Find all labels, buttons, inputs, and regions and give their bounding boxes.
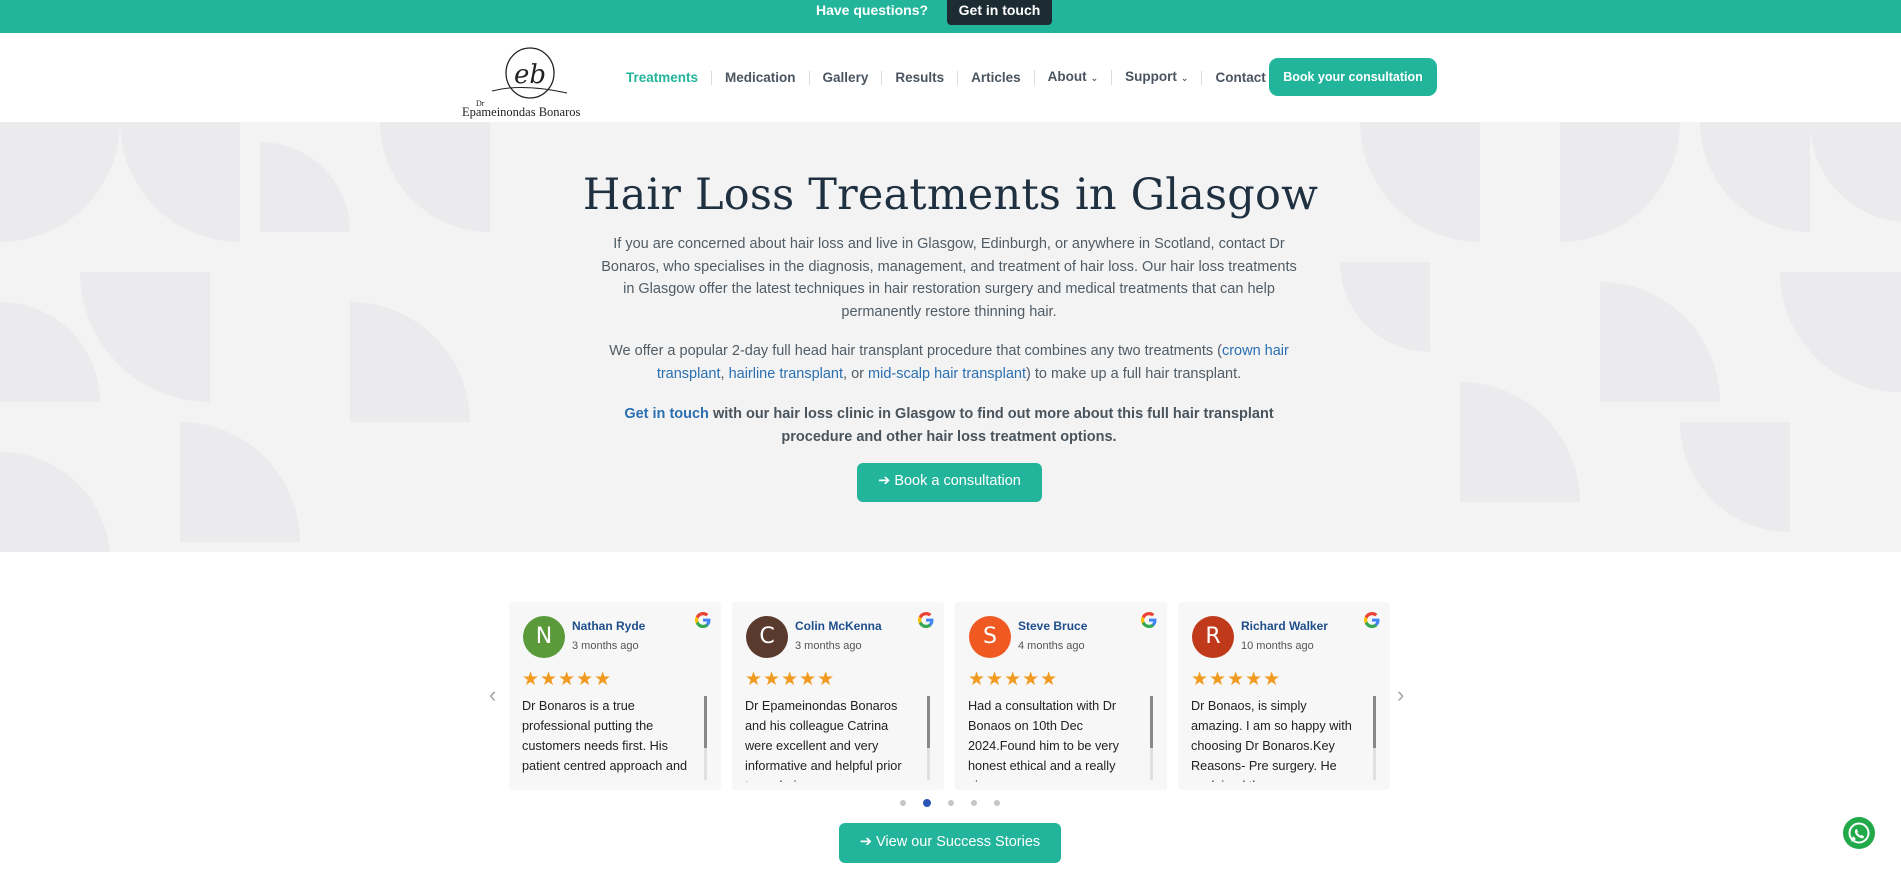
- review-card: N Nathan Ryde 3 months ago ★★★★★ Dr Bona…: [509, 602, 721, 790]
- offer-separator: ,: [720, 365, 729, 382]
- hero-section: Hair Loss Treatments in Glasgow If you a…: [0, 122, 1901, 552]
- book-a-consultation-label: Book a consultation: [894, 473, 1021, 489]
- view-success-stories-button[interactable]: ➔ View our Success Stories: [839, 823, 1061, 863]
- chevron-down-icon: ⌄: [1180, 73, 1189, 83]
- avatar: S: [969, 616, 1011, 658]
- star-rating: ★★★★★: [968, 669, 1059, 690]
- pagination-dot[interactable]: [948, 800, 954, 806]
- nav-item-contact[interactable]: Contact: [1201, 70, 1278, 85]
- review-scrollbar-track: [704, 748, 707, 780]
- nav-item-medication[interactable]: Medication: [711, 70, 809, 85]
- review-text: Had a consultation with Dr Bonaos on 10t…: [968, 699, 1119, 782]
- avatar: N: [523, 616, 565, 658]
- reviewer-name[interactable]: Nathan Ryde: [572, 619, 645, 633]
- whatsapp-glyph-icon: [1848, 822, 1870, 844]
- logo-monogram-icon: eb: [491, 47, 568, 99]
- nav-item-about[interactable]: About ⌄: [1033, 69, 1112, 85]
- get-in-touch-link[interactable]: Get in touch: [624, 406, 709, 422]
- nav-item-support[interactable]: Support ⌄: [1111, 70, 1201, 85]
- book-a-consultation-button[interactable]: ➔ Book a consultation: [857, 463, 1042, 502]
- star-rating: ★★★★★: [745, 669, 836, 690]
- nav-item-articles[interactable]: Articles: [957, 70, 1034, 85]
- review-time: 10 months ago: [1241, 640, 1314, 652]
- hero-offer: We offer a popular 2-day full head hair …: [596, 340, 1302, 385]
- get-in-touch-button[interactable]: Get in touch: [947, 0, 1052, 25]
- hairline-transplant-link[interactable]: hairline transplant: [729, 366, 843, 382]
- top-bar: Have questions? Get in touch: [0, 0, 1901, 33]
- whatsapp-icon[interactable]: [1843, 817, 1875, 849]
- site-header: eb Dr Epameinondas Bonaros Treatments Me…: [0, 33, 1901, 122]
- book-your-consultation-button[interactable]: Book your consultation: [1269, 58, 1437, 96]
- reviewer-name[interactable]: Colin McKenna: [795, 619, 882, 633]
- review-scrollbar-track: [927, 748, 930, 780]
- pagination-dot[interactable]: [971, 800, 977, 806]
- review-card: R Richard Walker 10 months ago ★★★★★ Dr …: [1178, 602, 1390, 790]
- google-icon: [695, 612, 711, 628]
- chevron-right-icon[interactable]: ›: [1397, 682, 1404, 708]
- arrow-right-icon: ➔: [878, 473, 895, 489]
- offer-text-start: We offer a popular 2-day full head hair …: [609, 343, 1222, 359]
- site-logo[interactable]: eb Dr Epameinondas Bonaros: [462, 43, 597, 119]
- mid-scalp-hair-transplant-link[interactable]: mid-scalp hair transplant: [868, 366, 1026, 382]
- review-time: 3 months ago: [572, 640, 639, 652]
- review-text: Dr Epameinondas Bonaros and his colleagu…: [745, 699, 902, 782]
- review-card: S Steve Bruce 4 months ago ★★★★★ Had a c…: [955, 602, 1167, 790]
- logo-name: Epameinondas Bonaros: [462, 105, 581, 119]
- pagination-dot[interactable]: [900, 800, 906, 806]
- pagination-dot-active[interactable]: [923, 799, 931, 807]
- review-scrollbar[interactable]: [1373, 696, 1376, 748]
- arrow-right-icon: ➔: [859, 834, 877, 850]
- google-icon: [918, 612, 934, 628]
- review-text: Dr Bonaros is a true professional puttin…: [522, 699, 688, 773]
- google-icon: [1141, 612, 1157, 628]
- review-time: 4 months ago: [1018, 640, 1085, 652]
- review-card: C Colin McKenna 3 months ago ★★★★★ Dr Ep…: [732, 602, 944, 790]
- nav-item-treatments[interactable]: Treatments: [626, 70, 711, 85]
- nav-item-support-label: Support: [1125, 69, 1177, 84]
- carousel-pagination: [900, 799, 1000, 807]
- review-scrollbar[interactable]: [704, 696, 707, 748]
- nav-item-about-label: About: [1047, 69, 1087, 84]
- svg-text:eb: eb: [514, 60, 546, 90]
- top-bar-question: Have questions?: [816, 2, 929, 18]
- pagination-dot[interactable]: [994, 800, 1000, 806]
- main-nav: Treatments Medication Gallery Results Ar…: [626, 33, 1279, 122]
- hero-contact-text: with our hair loss clinic in Glasgow to …: [708, 406, 1274, 445]
- review-scrollbar[interactable]: [1150, 696, 1153, 748]
- review-text: Dr Bonaos, is simply amazing. I am so ha…: [1191, 699, 1352, 782]
- hero-intro: If you are concerned about hair loss and…: [601, 236, 1297, 320]
- hero-contact-cta: Get in touch with our hair loss clinic i…: [596, 403, 1302, 448]
- reviewer-name[interactable]: Steve Bruce: [1018, 619, 1087, 633]
- avatar: C: [746, 616, 788, 658]
- avatar: R: [1192, 616, 1234, 658]
- review-scrollbar-track: [1150, 748, 1153, 780]
- review-scrollbar[interactable]: [927, 696, 930, 748]
- review-scrollbar-track: [1373, 748, 1376, 780]
- offer-text-end: ) to make up a full hair transplant.: [1025, 365, 1242, 382]
- chevron-down-icon: ⌄: [1090, 73, 1099, 83]
- reviewer-name[interactable]: Richard Walker: [1241, 619, 1328, 633]
- star-rating: ★★★★★: [522, 669, 613, 690]
- page-title: Hair Loss Treatments in Glasgow: [582, 170, 1319, 220]
- view-success-stories-label: View our Success Stories: [876, 834, 1041, 850]
- nav-item-results[interactable]: Results: [881, 70, 957, 85]
- reviews-section: ‹ › N Nathan Ryde 3 months ago ★★★★★ Dr …: [0, 552, 1901, 870]
- nav-item-gallery[interactable]: Gallery: [808, 70, 882, 85]
- google-icon: [1364, 612, 1380, 628]
- star-rating: ★★★★★: [1191, 669, 1282, 690]
- review-time: 3 months ago: [795, 640, 862, 652]
- offer-separator: , or: [843, 365, 869, 382]
- chevron-left-icon[interactable]: ‹: [489, 682, 496, 708]
